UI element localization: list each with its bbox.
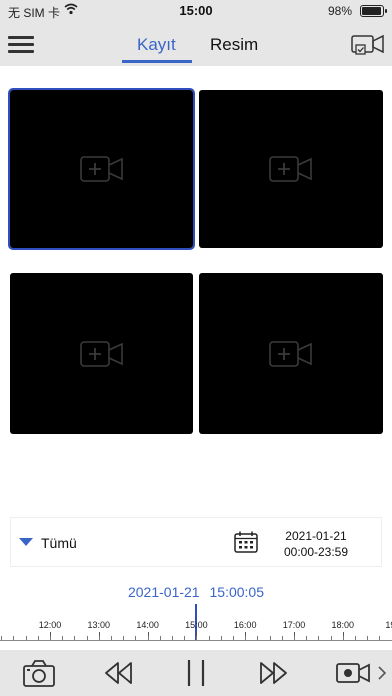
timeline-minor-tick (50, 636, 51, 640)
timeline-minor-tick (172, 636, 173, 640)
timeline-minor-tick (245, 636, 247, 640)
timeline-tick-label: 19: (385, 620, 392, 630)
selected-date[interactable]: 2021-01-21 (271, 529, 361, 543)
chevron-right-icon[interactable] (376, 658, 388, 688)
timeline-minor-tick (98, 636, 100, 640)
timeline-minor-tick (367, 636, 369, 640)
timeline-minor-tick (37, 636, 39, 640)
add-camera-icon[interactable] (269, 156, 313, 182)
menu-button[interactable] (8, 34, 36, 54)
battery-fill (362, 7, 381, 15)
menu-icon-bar (8, 50, 34, 53)
timeline-minor-tick (111, 636, 112, 640)
timeline-tick-label: 16:00 (233, 620, 257, 630)
timeline-minor-tick (294, 636, 295, 640)
timeline-minor-tick (62, 636, 64, 640)
calendar-icon[interactable] (234, 531, 258, 553)
add-camera-icon[interactable] (79, 156, 124, 182)
timeline-minor-tick (318, 636, 320, 640)
timeline-minor-tick (159, 636, 161, 640)
timeline-tick-label: 15:00 (185, 620, 208, 630)
video-tile-4[interactable] (199, 273, 383, 434)
rewind-icon[interactable] (102, 658, 134, 688)
top-header: 无 SIM 卡 15:00 98% Kayıt Resim (0, 0, 392, 66)
tab-resim[interactable]: Resim (210, 35, 258, 55)
timeline-minor-tick (86, 636, 88, 640)
timeline-minor-tick (233, 636, 234, 640)
timeline-minor-tick (306, 636, 308, 640)
pause-icon[interactable] (184, 658, 208, 688)
timeline-minor-tick (123, 636, 125, 640)
timeline-axis (0, 640, 392, 641)
timeline-minor-tick (281, 636, 283, 640)
camera-list-icon[interactable] (351, 33, 385, 57)
record-type-dropdown[interactable]: Tümü (41, 535, 77, 551)
tab-kayit[interactable]: Kayıt (137, 35, 176, 55)
timeline-scrubber[interactable]: 12:00 13:00 14:00 15:00 16:00 17:00 18:00 19: (0, 604, 392, 650)
timeline-minor-tick (184, 636, 186, 640)
video-tile-1[interactable] (8, 88, 195, 250)
timeline-minor-tick (355, 636, 356, 640)
timeline-minor-tick (25, 636, 27, 640)
timeline-tick-label: 12:00 (38, 620, 62, 630)
playback-controls (0, 650, 392, 696)
dropdown-triangle-icon[interactable] (19, 538, 33, 546)
timeline-minor-tick (257, 636, 259, 640)
battery-icon (360, 5, 387, 17)
video-tile-2[interactable] (199, 90, 383, 248)
timeline-minor-tick (74, 636, 76, 640)
add-camera-icon[interactable] (269, 340, 313, 367)
video-record-icon[interactable] (335, 658, 371, 688)
menu-icon-bar (8, 36, 34, 39)
timeline-tick-label: 13:00 (87, 620, 111, 630)
timeline-cursor-label: 2021-01-21 15:00:05 (0, 584, 392, 600)
cursor-date: 2021-01-21 (127, 584, 200, 600)
selected-time-range[interactable]: 00:00-23:59 (271, 545, 361, 559)
timeline-minor-tick (342, 636, 344, 640)
timeline-minor-tick (196, 636, 198, 640)
add-camera-icon[interactable] (79, 340, 124, 367)
timeline-tick-label: 18:00 (331, 620, 355, 630)
timeline-minor-tick (220, 636, 222, 640)
menu-icon-bar (8, 43, 34, 46)
fast-forward-icon[interactable] (258, 658, 290, 688)
cursor-time: 15:00:05 (209, 584, 265, 600)
video-tile-3[interactable] (10, 273, 193, 434)
timeline-minor-tick (13, 636, 15, 640)
battery-percent: 98% (327, 4, 352, 18)
timeline-minor-tick (208, 636, 210, 640)
status-bar: 无 SIM 卡 15:00 98% (0, 0, 392, 22)
timeline-minor-tick (1, 636, 3, 640)
timeline-minor-tick (147, 636, 149, 640)
record-filter-bar: Tümü 2021-01-21 00:00-23:59 (10, 517, 382, 567)
timeline-minor-tick (379, 636, 381, 640)
timeline-minor-tick (135, 636, 137, 640)
timeline-minor-tick (269, 636, 271, 640)
camera-snapshot-icon[interactable] (22, 658, 56, 688)
timeline-tick-label: 14:00 (136, 620, 159, 630)
active-tab-indicator (122, 60, 192, 63)
timeline-minor-tick (330, 636, 332, 640)
timeline-tick-label: 17:00 (282, 620, 306, 630)
